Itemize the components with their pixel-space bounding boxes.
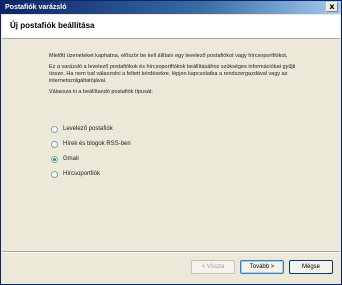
wizard-description: Mielőtt üzeneteket kaphatna, először be … (49, 53, 311, 100)
close-icon[interactable]: x (326, 2, 338, 12)
radio-button-selected[interactable] (51, 155, 58, 163)
intro-paragraph: Mielőtt üzeneteket kaphatna, először be … (49, 53, 288, 59)
option-newsgroup-account[interactable]: Hírcsoportfiók (51, 170, 131, 178)
title-bar[interactable]: Postafiók varázsló x (1, 1, 341, 14)
option-rss-feeds[interactable]: Hírek és blogok RSS-ben (51, 140, 131, 148)
info-paragraph: Ez a varázsló a levelező postafiókok és … (49, 64, 296, 84)
radio-button[interactable] (51, 125, 58, 133)
radio-button[interactable] (51, 140, 58, 148)
wizard-buttons: < Vissza Tovább > Mégse (191, 260, 333, 274)
cancel-button[interactable]: Mégse (289, 260, 333, 274)
option-label[interactable]: Hírcsoportfiók (63, 171, 100, 177)
option-gmail[interactable]: Gmail (51, 155, 131, 163)
account-type-options: Levelező postafiók Hírek és blogok RSS-b… (51, 125, 131, 185)
page-title: Új postafiók beállítása (10, 21, 95, 30)
option-label[interactable]: Levelező postafiók (63, 126, 113, 132)
radio-button[interactable] (51, 170, 58, 178)
prompt-paragraph: Válassza ki a beállítandó postafiók típu… (49, 89, 153, 95)
window-title: Postafiók varázsló (5, 4, 67, 11)
back-button[interactable]: < Vissza (191, 260, 235, 274)
wizard-header: Új postafiók beállítása (2, 15, 340, 39)
option-label[interactable]: Gmail (63, 156, 79, 162)
option-label[interactable]: Hírek és blogok RSS-ben (63, 141, 131, 147)
next-button[interactable]: Tovább > (240, 260, 284, 274)
account-wizard-window: Postafiók varázsló x Új postafiók beállí… (0, 0, 342, 285)
option-mail-account[interactable]: Levelező postafiók (51, 125, 131, 133)
footer-divider (2, 251, 340, 253)
